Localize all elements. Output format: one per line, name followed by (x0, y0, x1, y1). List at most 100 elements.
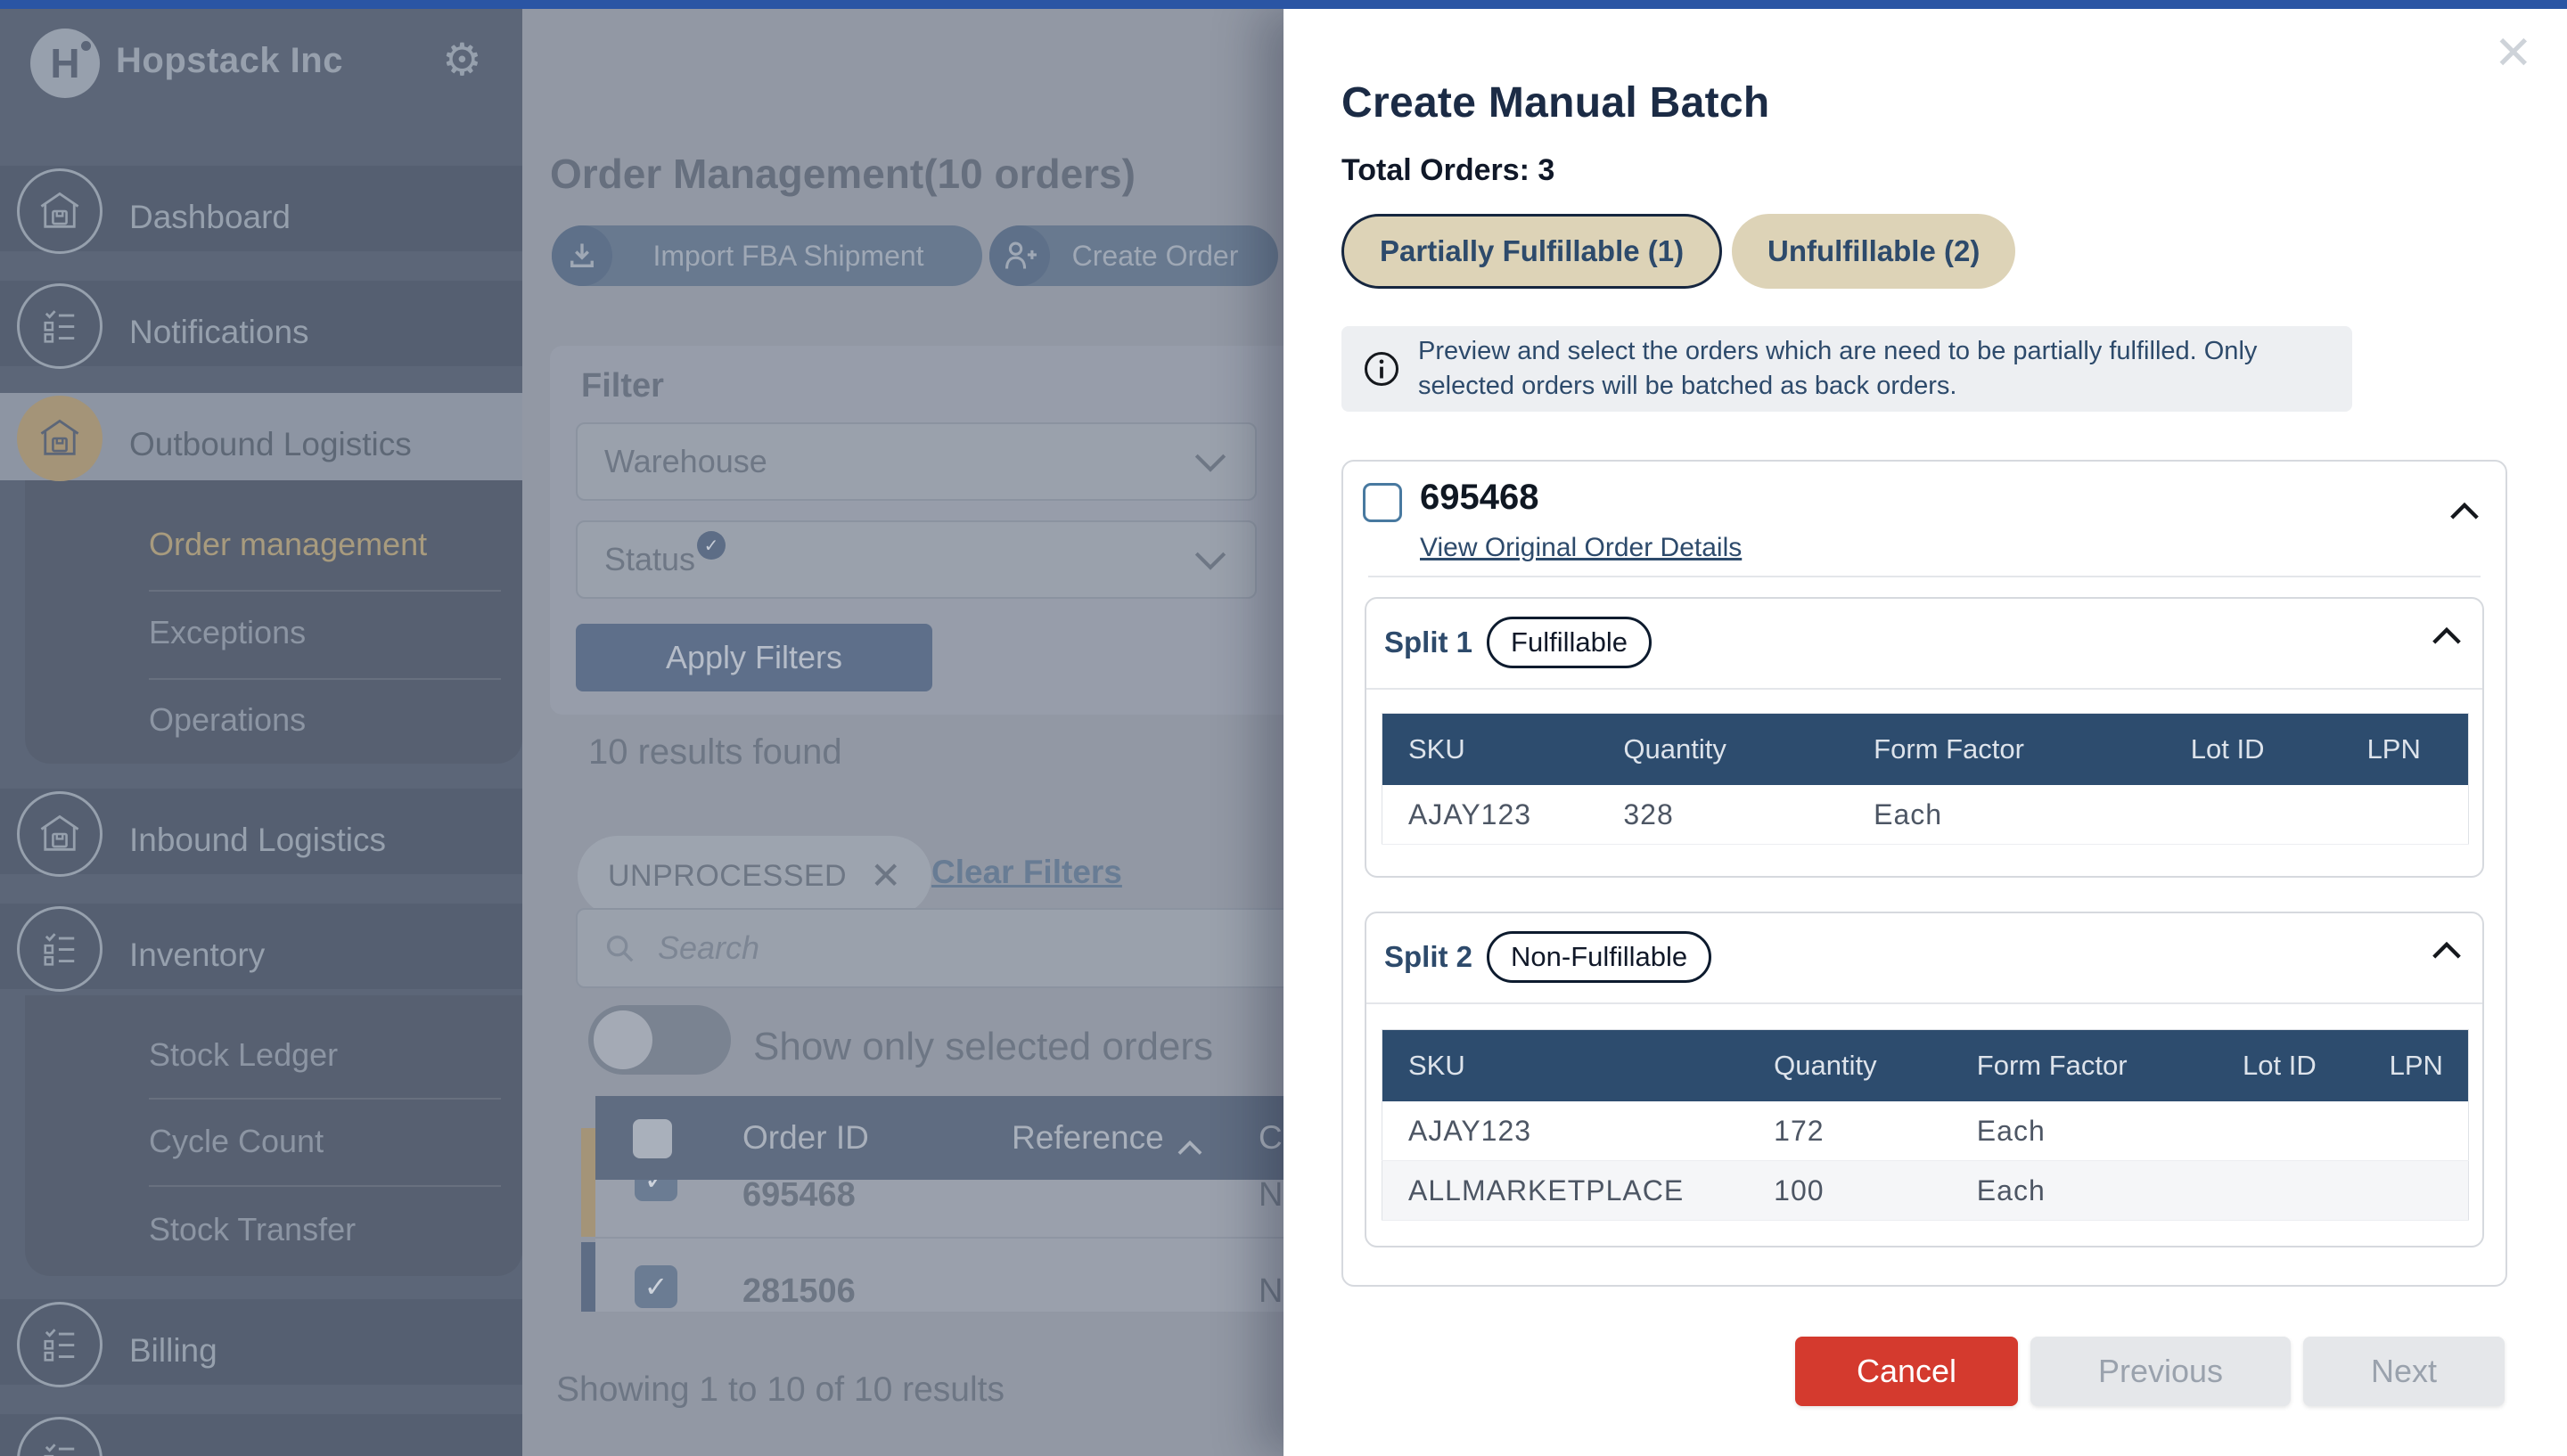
person-add-icon (989, 225, 1050, 286)
warehouse-select-value: Warehouse (604, 443, 767, 480)
sidebar-item-inventory[interactable]: Inventory (129, 936, 265, 975)
sidebar-item-notifications[interactable]: Notifications (129, 313, 309, 352)
split-2-section: Split 2 Non-Fulfillable SKU Quantity For… (1365, 912, 2484, 1247)
show-selected-toggle-label: Show only selected orders (753, 1025, 1213, 1069)
close-icon[interactable]: ✕ (2494, 27, 2533, 80)
tab-partially-fulfillable[interactable]: Partially Fulfillable (1) (1341, 214, 1722, 289)
split-1-items-table: SKU Quantity Form Factor Lot ID LPN AJAY… (1382, 713, 2469, 845)
filter-chip-label: UNPROCESSED (608, 859, 847, 894)
lpn-cell (2364, 1161, 2469, 1221)
view-original-order-details-link[interactable]: View Original Order Details (1420, 533, 1742, 563)
form-factor-cell: Each (1951, 1101, 2217, 1161)
warehouse-icon[interactable] (17, 168, 103, 254)
lpn-cell (2341, 785, 2469, 845)
company-logo-mark: H (50, 39, 79, 87)
sidebar: H Hopstack Inc ⚙ Dashboard Notifications… (0, 9, 522, 1456)
table-row: AJAY123 172 Each (1382, 1101, 2469, 1161)
divider (149, 678, 501, 680)
divider (149, 1098, 501, 1100)
form-factor-cell: Each (1951, 1161, 2217, 1221)
sku-cell: ALLMARKETPLACE (1382, 1161, 1749, 1221)
checklist-icon[interactable] (17, 283, 103, 369)
info-icon (1363, 350, 1400, 388)
create-order-button[interactable]: Create Order (989, 225, 1278, 286)
sidebar-item-exceptions[interactable]: Exceptions (149, 614, 306, 651)
collapse-split-icon[interactable] (2431, 942, 2463, 964)
split-1-name: Split 1 (1384, 626, 1472, 659)
divider (149, 1185, 501, 1187)
sort-asc-icon[interactable] (1177, 1126, 1203, 1164)
cancel-button[interactable]: Cancel (1795, 1337, 2018, 1406)
split-2-status-badge: Non-Fulfillable (1487, 931, 1711, 983)
page-title: Order Management(10 orders) (550, 150, 1136, 198)
top-accent-bar (0, 0, 2567, 9)
row-checkbox-checked[interactable]: ✓ (635, 1265, 677, 1308)
sidebar-item-billing[interactable]: Billing (129, 1331, 217, 1370)
checklist-icon[interactable] (17, 1302, 103, 1387)
divider (1368, 576, 2481, 577)
sku-cell: AJAY123 (1382, 785, 1598, 845)
select-all-checkbox[interactable] (633, 1119, 672, 1158)
split-1-section: Split 1 Fulfillable SKU Quantity Form Fa… (1365, 597, 2484, 878)
col-quantity: Quantity (1597, 714, 1848, 786)
app-root: H Hopstack Inc ⚙ Dashboard Notifications… (0, 0, 2567, 1456)
tab-unfulfillable[interactable]: Unfulfillable (2) (1732, 214, 2015, 289)
row-accent-bar-unprocessed (581, 1128, 595, 1237)
settings-gear-icon[interactable]: ⚙ (442, 34, 482, 86)
show-selected-toggle[interactable] (588, 1005, 731, 1075)
divider (149, 590, 501, 592)
lot-id-cell (2165, 785, 2341, 845)
col-sku: SKU (1382, 714, 1598, 786)
status-filter-count-badge: ✓ (697, 531, 726, 560)
collapse-split-icon[interactable] (2431, 627, 2463, 650)
order-id-cell[interactable]: 695468 (742, 1176, 856, 1215)
sidebar-item-stock-ledger[interactable]: Stock Ledger (149, 1036, 338, 1074)
pagination-summary: Showing 1 to 10 of 10 results (556, 1370, 1005, 1410)
import-fba-shipment-label: Import FBA Shipment (612, 240, 982, 273)
col-lpn: LPN (2364, 1030, 2469, 1102)
total-orders: Total Orders: 3 (1341, 153, 1554, 188)
chevron-down-icon (1193, 443, 1228, 480)
sidebar-item-stock-transfer[interactable]: Stock Transfer (149, 1211, 356, 1248)
chevron-down-icon (1193, 541, 1228, 578)
warehouse-icon[interactable] (17, 396, 103, 481)
order-select-checkbox[interactable] (1363, 483, 1402, 522)
warehouse-icon[interactable] (17, 791, 103, 877)
sidebar-item-outbound-logistics[interactable]: Outbound Logistics (129, 425, 412, 464)
search-icon (603, 931, 636, 965)
sidebar-item-order-management[interactable]: Order management (149, 526, 427, 563)
tab-partially-fulfillable-label: Partially Fulfillable (1) (1380, 234, 1684, 268)
company-name: Hopstack Inc (116, 41, 343, 81)
previous-button[interactable]: Previous (2030, 1337, 2291, 1406)
table-row: AJAY123 328 Each (1382, 785, 2469, 845)
divider (1366, 688, 2482, 690)
order-id: 695468 (1420, 478, 1538, 518)
next-button[interactable]: Next (2303, 1337, 2505, 1406)
lpn-cell (2364, 1101, 2469, 1161)
sidebar-item-inbound-logistics[interactable]: Inbound Logistics (129, 821, 386, 860)
search-input[interactable] (656, 928, 1373, 968)
checklist-icon[interactable] (17, 906, 103, 992)
clear-filters-link[interactable]: Clear Filters (931, 854, 1122, 891)
column-order-id[interactable]: Order ID (742, 1119, 869, 1157)
status-select-value: Status (604, 541, 695, 578)
divider (1366, 1002, 2482, 1004)
create-manual-batch-modal: ✕ Create Manual Batch Total Orders: 3 Pa… (1284, 9, 2567, 1456)
status-select[interactable]: Status ✓ (576, 520, 1257, 599)
column-reference[interactable]: Reference (1012, 1119, 1164, 1157)
download-icon (552, 225, 612, 286)
order-id-cell[interactable]: 281506 (742, 1272, 856, 1311)
apply-filters-button[interactable]: Apply Filters (576, 624, 932, 691)
collapse-order-icon[interactable] (2448, 503, 2481, 525)
filter-heading: Filter (581, 367, 664, 405)
row-accent-bar (581, 1242, 595, 1312)
sidebar-item-dashboard[interactable]: Dashboard (129, 198, 291, 237)
quantity-cell: 172 (1748, 1101, 1951, 1161)
warehouse-select[interactable]: Warehouse (576, 422, 1257, 501)
sidebar-item-cycle-count[interactable]: Cycle Count (149, 1123, 324, 1160)
sidebar-item-operations[interactable]: Operations (149, 701, 306, 739)
remove-chip-icon[interactable]: ✕ (870, 857, 901, 895)
form-factor-cell: Each (1848, 785, 2165, 845)
filter-chip-unprocessed[interactable]: UNPROCESSED ✕ (578, 836, 931, 916)
import-fba-shipment-button[interactable]: Import FBA Shipment (552, 225, 982, 286)
